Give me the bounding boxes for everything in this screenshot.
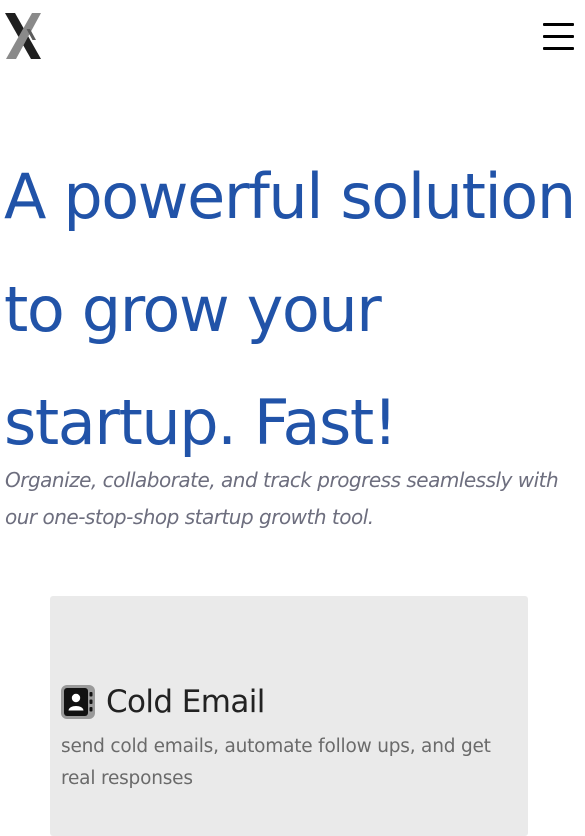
hero-subtitle: Organize, collaborate, and track progres… — [5, 468, 559, 529]
x-logo-icon — [5, 13, 41, 59]
hamburger-menu-icon — [543, 23, 574, 27]
address-book-icon — [61, 685, 95, 719]
feature-card-cold-email[interactable]: Cold Email send cold emails, automate fo… — [50, 596, 528, 836]
hero-title: A powerful solution to grow your startup… — [4, 160, 576, 459]
hamburger-menu-icon — [543, 47, 574, 51]
menu-button[interactable] — [543, 23, 575, 51]
feature-description: send cold emails, automate follow ups, a… — [61, 736, 491, 789]
logo-link[interactable] — [5, 13, 43, 59]
hamburger-menu-icon — [543, 35, 574, 39]
feature-title: Cold Email — [106, 684, 265, 720]
